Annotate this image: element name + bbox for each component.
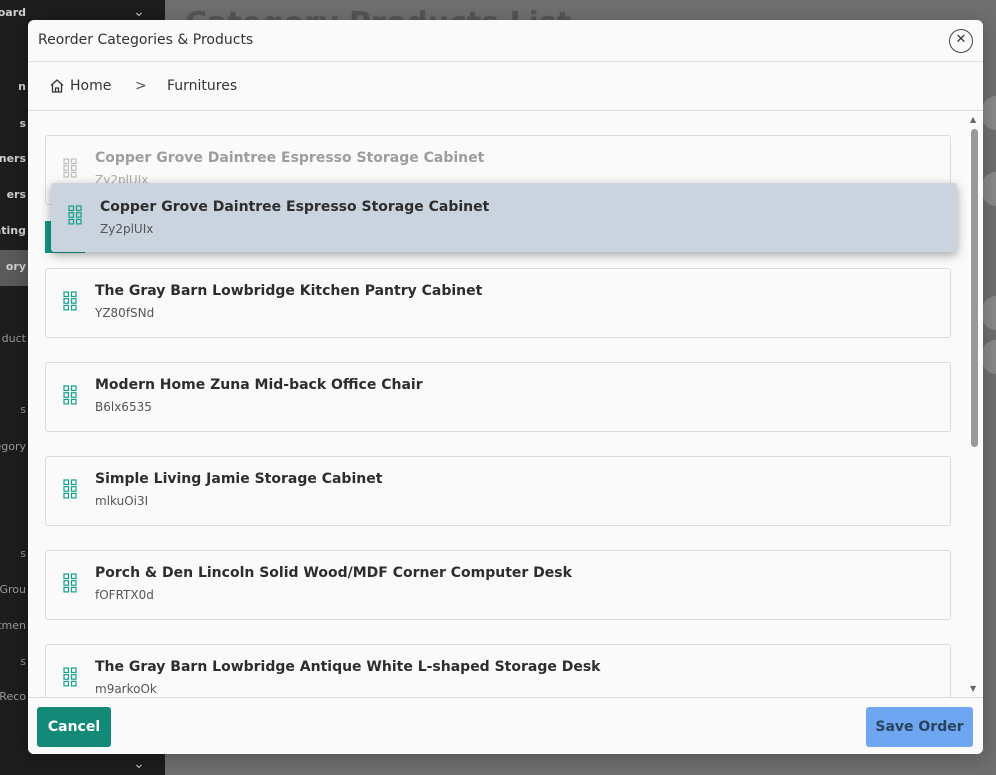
item-name: Copper Grove Daintree Espresso Storage C…	[95, 150, 485, 166]
background-sidebar-item: ory	[5, 260, 26, 273]
chevron-down-icon: ⌄	[133, 756, 145, 772]
item-name: Porch & Den Lincoln Solid Wood/MDF Corne…	[95, 565, 572, 581]
drag-grid-icon[interactable]	[63, 573, 77, 593]
reorder-modal: Reorder Categories & Products ✕ Home > F…	[28, 20, 983, 754]
background-sidebar-item: duct	[1, 332, 26, 345]
background-sidebar-item: s	[20, 547, 26, 560]
item-code: m9arkoOk	[95, 682, 157, 696]
background-sidebar-item: Grou	[0, 583, 26, 596]
modal-footer: Cancel Save Order	[28, 697, 983, 754]
close-button[interactable]: ✕	[949, 29, 973, 53]
scroll-up-icon[interactable]: ▲	[970, 115, 976, 124]
drag-grid-icon[interactable]	[63, 291, 77, 311]
background-sidebar-item: s	[19, 117, 26, 130]
background-sidebar-item: board	[0, 6, 26, 19]
breadcrumb: Home > Furnitures	[28, 62, 983, 111]
dragging-item[interactable]: Copper Grove Daintree Espresso Storage C…	[51, 183, 957, 252]
breadcrumb-separator: >	[135, 78, 147, 94]
drag-grid-icon[interactable]	[63, 385, 77, 405]
cancel-button[interactable]: Cancel	[37, 707, 111, 747]
item-code: B6lx6535	[95, 400, 152, 414]
modal-header: Reorder Categories & Products ✕	[28, 20, 983, 62]
list-item[interactable]: Porch & Den Lincoln Solid Wood/MDF Corne…	[45, 550, 951, 620]
background-sidebar-item: tmen	[0, 619, 26, 632]
breadcrumb-current[interactable]: Furnitures	[167, 78, 237, 94]
item-code: YZ80fSNd	[95, 306, 155, 320]
modal-title: Reorder Categories & Products	[38, 32, 254, 48]
scroll-down-icon[interactable]: ▼	[970, 684, 976, 693]
list-item[interactable]: Modern Home Zuna Mid-back Office Chair B6…	[45, 362, 951, 432]
item-code: fOFRTX0d	[95, 588, 154, 602]
item-name: Copper Grove Daintree Espresso Storage C…	[100, 199, 490, 215]
chevron-down-icon: ⌄	[133, 4, 145, 20]
scrollbar[interactable]: ▲ ▼	[969, 112, 979, 697]
list-item[interactable]: Simple Living Jamie Storage Cabinet mlkuO…	[45, 456, 951, 526]
drag-grid-icon[interactable]	[63, 158, 77, 178]
background-sidebar-item: egory	[0, 440, 26, 453]
background-sidebar-item: ners	[0, 152, 26, 165]
background-sidebar-item: s	[20, 655, 26, 668]
background-sidebar-item: s	[20, 403, 26, 416]
save-order-button[interactable]: Save Order	[866, 707, 973, 747]
close-icon: ✕	[955, 32, 967, 47]
list-item[interactable]: The Gray Barn Lowbridge Kitchen Pantry C…	[45, 268, 951, 338]
item-name: Modern Home Zuna Mid-back Office Chair	[95, 377, 423, 393]
list-item[interactable]: The Gray Barn Lowbridge Antique White L-…	[45, 644, 951, 697]
breadcrumb-home[interactable]: Home	[70, 78, 111, 94]
item-name: The Gray Barn Lowbridge Antique White L-…	[95, 659, 601, 675]
drag-grid-icon[interactable]	[68, 205, 82, 225]
item-code: Zy2plUIx	[100, 222, 154, 236]
drag-grid-icon[interactable]	[63, 479, 77, 499]
item-name: The Gray Barn Lowbridge Kitchen Pantry C…	[95, 283, 483, 299]
item-code: mlkuOi3I	[95, 494, 149, 508]
home-icon[interactable]	[49, 78, 65, 94]
background-sidebar-item: n	[18, 80, 26, 93]
background-sidebar-item: nting	[0, 224, 26, 237]
background-sidebar-item: ers	[6, 188, 26, 201]
drag-grid-icon[interactable]	[63, 667, 77, 687]
scrollbar-thumb[interactable]	[971, 129, 978, 447]
background-sidebar-item: Reco	[0, 690, 26, 703]
item-name: Simple Living Jamie Storage Cabinet	[95, 471, 383, 487]
